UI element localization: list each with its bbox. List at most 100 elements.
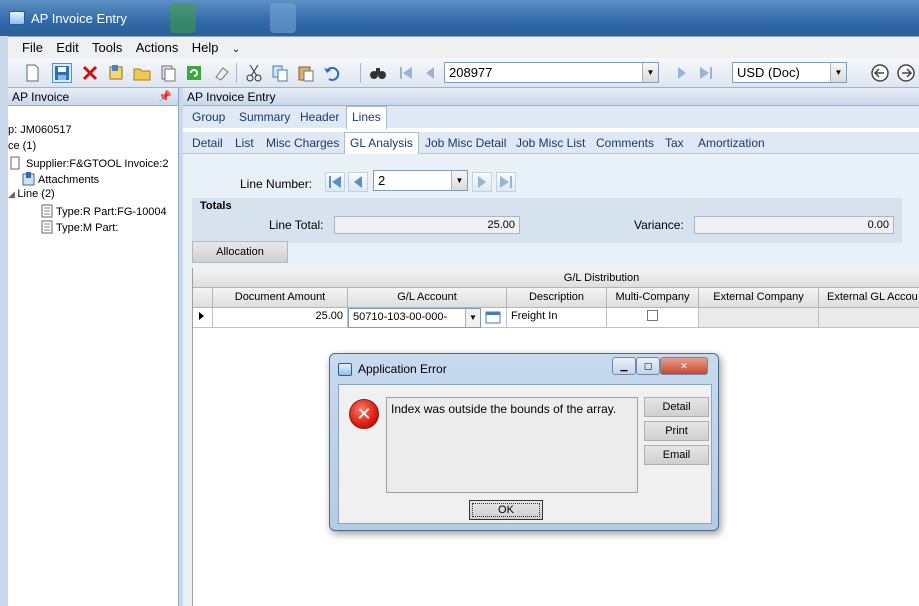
tree-item-line-2-label: Type:M Part:: [56, 222, 119, 234]
minimize-icon[interactable]: ▁: [612, 357, 636, 375]
forward-icon[interactable]: [896, 63, 916, 83]
delete-icon[interactable]: [80, 63, 100, 83]
paste-icon[interactable]: [296, 63, 316, 83]
row-selector-header: [193, 288, 213, 308]
back-icon[interactable]: [870, 63, 890, 83]
line-document-icon: [40, 220, 54, 234]
chevron-down-icon[interactable]: ▼: [642, 63, 658, 82]
new-icon[interactable]: [22, 63, 42, 83]
allocation-button[interactable]: Allocation: [192, 241, 288, 263]
tab-detail[interactable]: Detail: [192, 136, 223, 150]
maximize-icon[interactable]: ▢: [636, 357, 660, 375]
tab-comments[interactable]: Comments: [596, 136, 654, 150]
chevron-down-icon[interactable]: ▼: [830, 63, 846, 82]
tree-item-attachments[interactable]: Attachments: [22, 172, 99, 186]
invoice-number-combo[interactable]: 208977 ▼: [444, 62, 659, 83]
tab-job-misc-detail[interactable]: Job Misc Detail: [425, 136, 506, 150]
col-external-gl-account[interactable]: External GL Accou: [819, 288, 919, 308]
tree-item-supplier[interactable]: Supplier:F&GTOOL Invoice:2: [10, 156, 168, 170]
copy-icon[interactable]: [270, 63, 290, 83]
document-icon: [10, 156, 24, 170]
col-description[interactable]: Description: [507, 288, 607, 308]
row-selector-icon[interactable]: [193, 308, 213, 328]
refresh-icon[interactable]: [184, 63, 204, 83]
close-icon[interactable]: ✕: [660, 357, 708, 375]
menu-help[interactable]: Help: [187, 37, 224, 58]
menu-edit[interactable]: Edit: [51, 37, 83, 58]
cell-multi-company[interactable]: [607, 308, 699, 328]
search-binoculars-icon[interactable]: [368, 63, 388, 83]
pin-icon[interactable]: 📌: [158, 90, 172, 103]
tab-tax[interactable]: Tax: [665, 136, 684, 150]
currency-combo[interactable]: USD (Doc) ▼: [732, 62, 847, 83]
cell-document-amount[interactable]: 25.00: [213, 308, 348, 328]
cell-gl-account[interactable]: 50710-103-00-000- ▼: [348, 308, 481, 328]
save-icon[interactable]: [52, 63, 72, 83]
col-external-company[interactable]: External Company: [699, 288, 819, 308]
menu-file[interactable]: File: [17, 37, 48, 58]
line-last-icon[interactable]: [496, 172, 516, 192]
tab-summary[interactable]: Summary: [239, 110, 290, 124]
next-record-icon[interactable]: [672, 63, 692, 83]
variance-label: Variance:: [634, 218, 684, 232]
tree-item-group[interactable]: p: JM060517: [8, 124, 72, 136]
menu-tools[interactable]: Tools: [87, 37, 127, 58]
attachments-icon: [22, 172, 36, 186]
chevron-down-icon[interactable]: ▼: [451, 171, 467, 190]
col-multi-company[interactable]: Multi-Company: [607, 288, 699, 308]
menu-overflow-icon[interactable]: ⌄: [227, 41, 245, 58]
copy-doc-icon[interactable]: [158, 63, 178, 83]
attach-icon[interactable]: [106, 63, 126, 83]
cell-external-gl-account[interactable]: [819, 308, 919, 328]
menu-actions[interactable]: Actions: [131, 37, 184, 58]
top-tabs: Group Summary Header Lines: [183, 106, 919, 129]
tab-lines[interactable]: Lines: [346, 106, 387, 129]
tab-misc-charges[interactable]: Misc Charges: [266, 136, 339, 150]
tab-header[interactable]: Header: [300, 110, 339, 124]
error-message: Index was outside the bounds of the arra…: [386, 397, 638, 493]
left-panel-header: AP Invoice 📌: [8, 88, 178, 106]
clear-icon[interactable]: [212, 63, 232, 83]
col-document-amount[interactable]: Document Amount: [213, 288, 348, 308]
open-folder-icon[interactable]: [132, 63, 152, 83]
line-next-icon[interactable]: [472, 172, 492, 192]
tab-job-misc-list[interactable]: Job Misc List: [516, 136, 585, 150]
multi-company-checkbox[interactable]: [647, 310, 658, 321]
toolbar-separator: [236, 63, 237, 83]
print-button[interactable]: Print: [644, 421, 709, 441]
grid-group-header: G/L Distribution: [193, 268, 919, 288]
tree-item-line-2[interactable]: Type:M Part:: [40, 220, 118, 234]
line-first-icon[interactable]: [325, 172, 345, 192]
sub-tabs: Detail List Misc Charges GL Analysis Job…: [183, 132, 919, 155]
tab-gl-analysis[interactable]: GL Analysis: [344, 132, 419, 155]
tree-item-line-1[interactable]: Type:R Part:FG-10004: [40, 204, 167, 218]
cell-description[interactable]: Freight In: [507, 308, 607, 328]
first-record-icon[interactable]: [396, 63, 416, 83]
cell-external-company[interactable]: [699, 308, 819, 328]
email-button[interactable]: Email: [644, 445, 709, 465]
previous-record-icon[interactable]: [420, 63, 440, 83]
tree-item-line[interactable]: ◢ Line (2): [8, 188, 55, 200]
toolbar-separator: [360, 63, 361, 83]
line-number-value: 2: [378, 173, 386, 188]
undo-icon[interactable]: [322, 63, 342, 83]
tab-group[interactable]: Group: [192, 110, 225, 124]
line-previous-icon[interactable]: [348, 172, 368, 192]
tree-item-attachments-label: Attachments: [38, 174, 100, 186]
chevron-down-icon[interactable]: ▼: [465, 309, 480, 327]
ok-button[interactable]: OK: [469, 500, 543, 520]
line-number-label: Line Number:: [240, 177, 313, 191]
detail-button[interactable]: Detail: [644, 397, 709, 417]
tab-list[interactable]: List: [235, 136, 254, 150]
line-number-combo[interactable]: 2 ▼: [373, 170, 468, 191]
tree-item-invoice[interactable]: ce (1): [8, 140, 36, 152]
tab-amortization[interactable]: Amortization: [698, 136, 765, 150]
calendar-icon[interactable]: [481, 308, 507, 328]
line-document-icon: [40, 204, 54, 218]
menu-bar: File Edit Tools Actions Help ⌄: [8, 36, 919, 58]
background-icon-green: [170, 3, 196, 33]
last-record-icon[interactable]: [696, 63, 716, 83]
expand-icon[interactable]: ◢: [8, 189, 17, 199]
col-gl-account[interactable]: G/L Account: [348, 288, 507, 308]
cut-icon[interactable]: [244, 63, 264, 83]
